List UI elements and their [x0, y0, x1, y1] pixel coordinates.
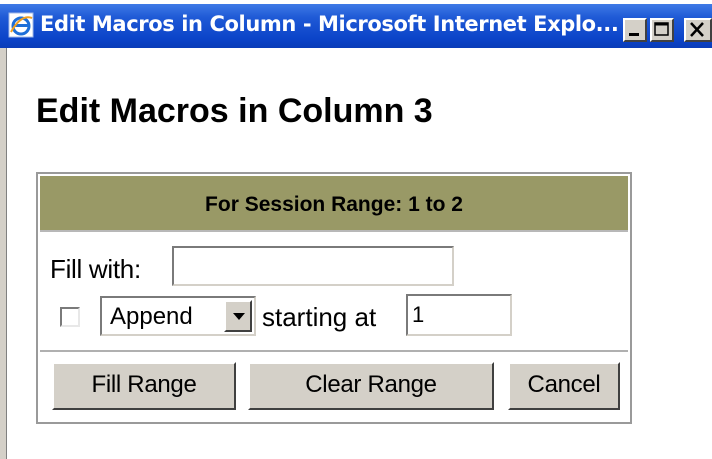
page-title: Edit Macros in Column 3 — [36, 92, 433, 130]
title-bar[interactable]: Edit Macros in Column - Microsoft Intern… — [0, 0, 712, 48]
append-checkbox[interactable] — [60, 307, 80, 327]
fill-with-input[interactable] — [172, 246, 454, 286]
minimize-button[interactable] — [623, 18, 647, 42]
internet-explorer-icon[interactable] — [8, 12, 34, 38]
chevron-down-icon — [233, 313, 245, 320]
minimize-icon — [629, 33, 639, 36]
close-icon — [690, 22, 704, 37]
dropdown-arrow-button[interactable] — [224, 300, 252, 332]
macro-panel: For Session Range: 1 to 2 Fill with: App… — [36, 172, 632, 424]
mode-select[interactable]: Append — [100, 296, 256, 336]
starting-at-input[interactable]: 1 — [406, 294, 512, 336]
maximize-button[interactable] — [650, 18, 674, 42]
starting-at-value: 1 — [412, 302, 425, 327]
window-title: Edit Macros in Column - Microsoft Intern… — [40, 12, 619, 36]
cancel-button[interactable]: Cancel — [508, 362, 620, 410]
mode-select-value: Append — [110, 303, 193, 330]
fill-range-button[interactable]: Fill Range — [52, 362, 236, 410]
panel-divider — [40, 350, 628, 352]
panel-header: For Session Range: 1 to 2 — [40, 176, 628, 232]
browser-window: Edit Macros in Column - Microsoft Intern… — [0, 0, 712, 459]
close-button[interactable] — [684, 18, 712, 42]
clear-range-button[interactable]: Clear Range — [248, 362, 494, 410]
starting-at-label: starting at — [262, 302, 377, 332]
fill-with-label: Fill with: — [50, 254, 141, 284]
maximize-icon — [654, 22, 669, 36]
window-frame — [0, 48, 7, 459]
session-range-heading: For Session Range: 1 to 2 — [205, 193, 463, 216]
